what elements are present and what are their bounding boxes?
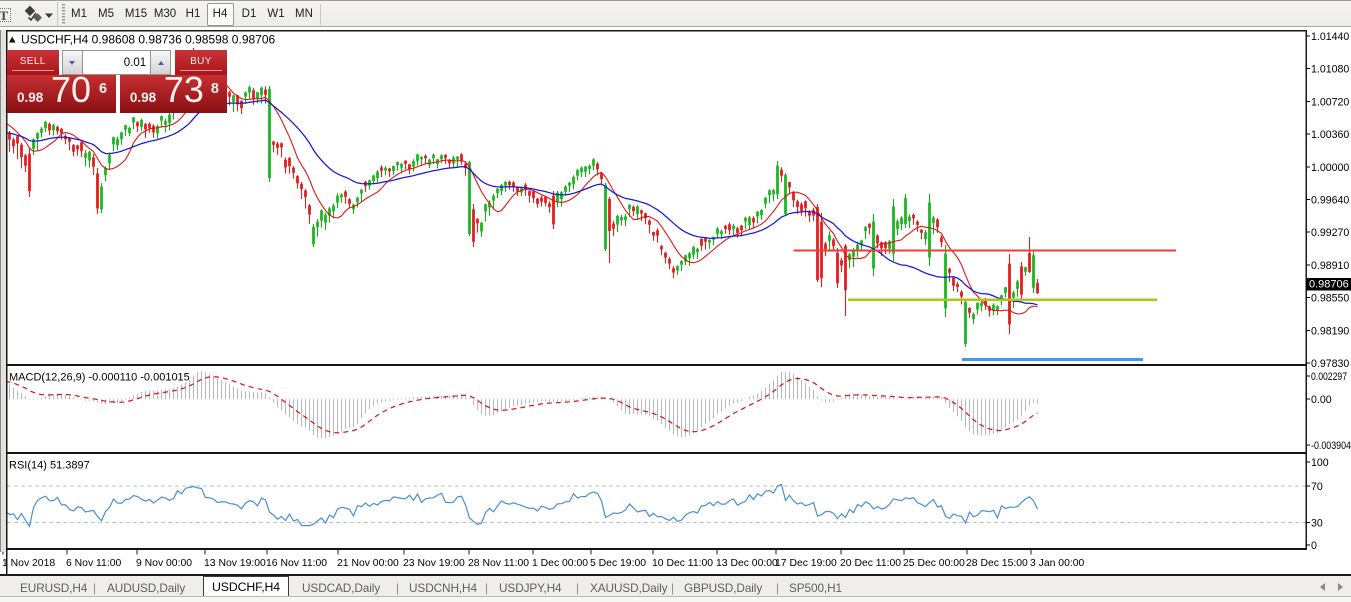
- svg-text:21 Nov 00:00: 21 Nov 00:00: [337, 558, 399, 569]
- svg-text:10 Dec 11:00: 10 Dec 11:00: [652, 558, 713, 569]
- svg-text:0.99270: 0.99270: [1311, 227, 1349, 239]
- svg-text:MACD(12,26,9) -0.000110 -0.001: MACD(12,26,9) -0.000110 -0.001015: [9, 372, 190, 384]
- svg-text:1.00000: 1.00000: [1311, 162, 1349, 174]
- svg-text:23 Nov 19:00: 23 Nov 19:00: [403, 558, 465, 569]
- svg-text:0: 0: [1311, 540, 1317, 552]
- svg-text:1.00720: 1.00720: [1311, 96, 1349, 108]
- svg-text:9 Nov 00:00: 9 Nov 00:00: [136, 558, 192, 569]
- svg-text:13 Nov 19:00: 13 Nov 19:00: [204, 558, 266, 569]
- svg-text:70: 70: [1311, 481, 1323, 493]
- svg-text:0.98190: 0.98190: [1311, 325, 1349, 337]
- svg-text:1 Nov 2018: 1 Nov 2018: [2, 558, 55, 569]
- svg-text:0.97830: 0.97830: [1311, 358, 1349, 370]
- svg-text:16 Nov 11:00: 16 Nov 11:00: [266, 558, 327, 569]
- svg-text:28 Nov 11:00: 28 Nov 11:00: [468, 558, 529, 569]
- svg-text:1.00360: 1.00360: [1311, 129, 1349, 141]
- svg-text:6 Nov 11:00: 6 Nov 11:00: [66, 558, 121, 569]
- svg-text:USDCHF,H4 0.98608 0.98736 0.9: USDCHF,H4 0.98608 0.98736 0.98598 0.9870…: [21, 33, 276, 47]
- svg-text:0.98550: 0.98550: [1311, 293, 1349, 305]
- svg-text:30: 30: [1311, 518, 1323, 530]
- svg-text:5 Dec 19:00: 5 Dec 19:00: [590, 558, 646, 569]
- svg-text:0.98706: 0.98706: [1309, 279, 1349, 291]
- svg-text:0.00: 0.00: [1311, 394, 1332, 406]
- svg-text:-0.003904: -0.003904: [1311, 440, 1351, 452]
- svg-text:RSI(14) 51.3897: RSI(14) 51.3897: [9, 460, 90, 472]
- svg-text:28 Dec 15:00: 28 Dec 15:00: [966, 558, 1028, 569]
- svg-text:1.01440: 1.01440: [1311, 31, 1349, 43]
- svg-text:1.01080: 1.01080: [1311, 64, 1349, 76]
- svg-text:1 Dec 00:00: 1 Dec 00:00: [532, 558, 588, 569]
- svg-text:17 Dec 19:00: 17 Dec 19:00: [775, 558, 837, 569]
- svg-text:100: 100: [1311, 457, 1329, 469]
- svg-text:20 Dec 11:00: 20 Dec 11:00: [840, 558, 901, 569]
- svg-text:25 Dec 00:00: 25 Dec 00:00: [903, 558, 965, 569]
- svg-text:0.99640: 0.99640: [1311, 195, 1349, 207]
- svg-text:13 Dec 00:00: 13 Dec 00:00: [716, 558, 778, 569]
- svg-text:3 Jan 00:00: 3 Jan 00:00: [1030, 558, 1085, 569]
- svg-text:0.002297: 0.002297: [1311, 371, 1347, 383]
- svg-text:0.98910: 0.98910: [1311, 260, 1349, 272]
